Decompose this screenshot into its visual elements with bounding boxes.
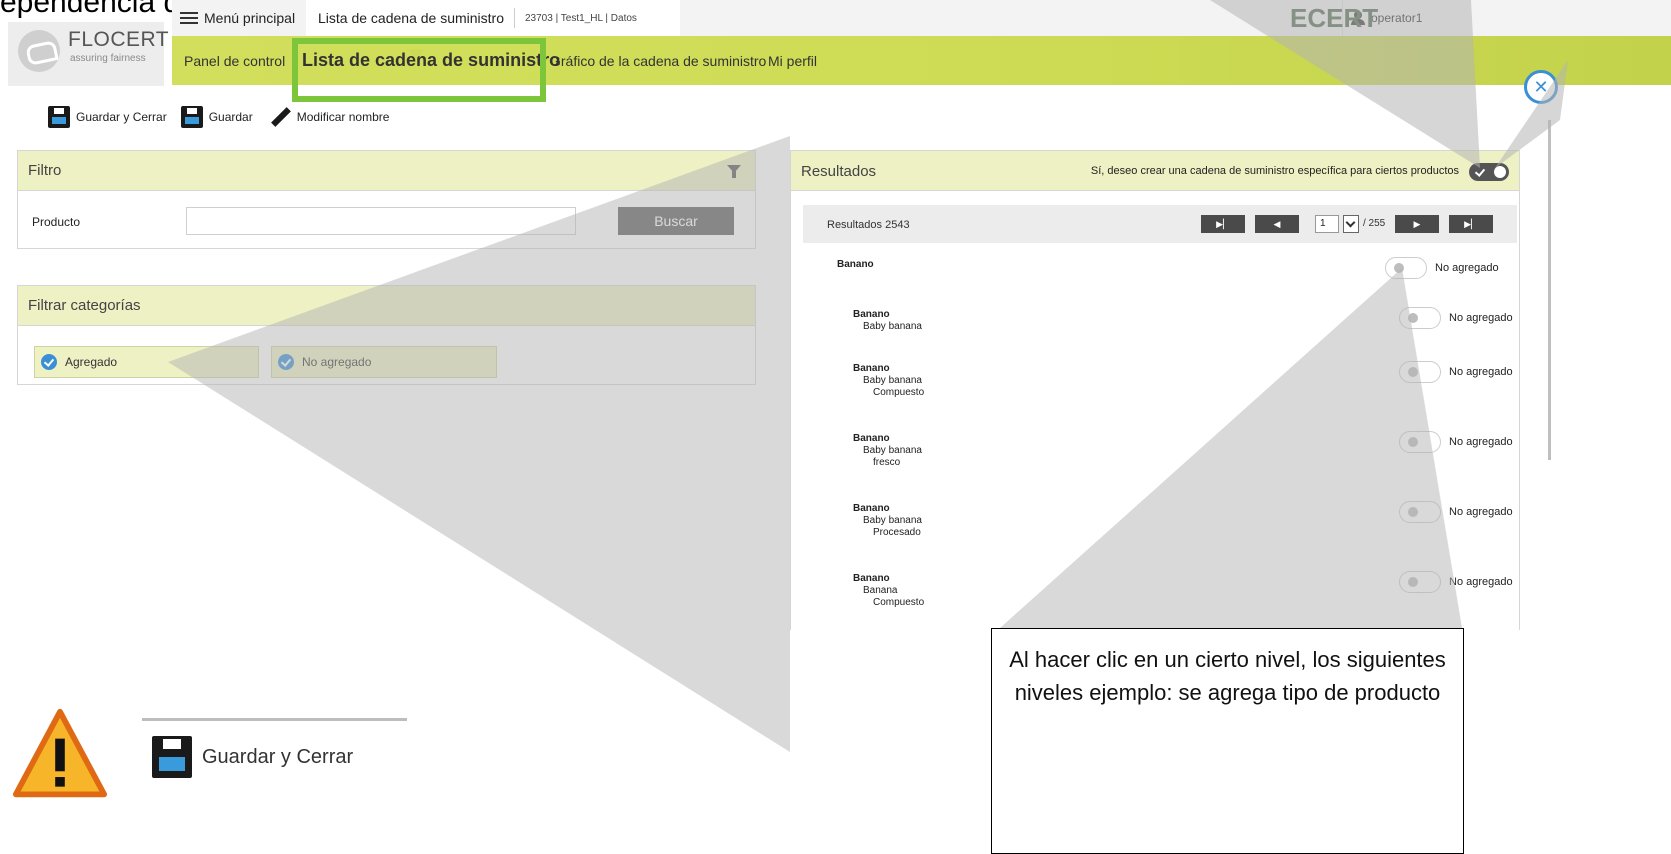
active-tab-caret	[407, 49, 425, 59]
results-panel: Resultados Sí, deseo crear una cadena de…	[790, 150, 1520, 630]
result-line: Compuesto	[873, 597, 925, 608]
category-chip-no-agregado[interactable]: No agregado	[271, 346, 497, 378]
specific-chain-note: Sí, deseo crear una cadena de suministro…	[1090, 165, 1459, 177]
product-input[interactable]	[186, 207, 576, 235]
breadcrumb-separator	[514, 8, 515, 28]
result-line: Procesado	[873, 527, 921, 538]
close-icon[interactable]: ✕	[1524, 70, 1558, 104]
top-bar: Menú principal Lista de cadena de sumini…	[172, 0, 1671, 36]
result-status: No agregado	[1449, 312, 1513, 324]
main-nav: Panel de control Lista de cadena de sumi…	[172, 36, 1671, 85]
bottom-save-close: Guardar y Cerrar	[152, 736, 353, 778]
filter-panel-header: Filtro	[18, 151, 755, 191]
add-toggle[interactable]	[1399, 431, 1441, 453]
next-page-button[interactable]: ▶	[1395, 215, 1439, 233]
result-line: Baby banana	[863, 515, 922, 526]
floppy-icon	[152, 736, 192, 778]
callout-box: Al hacer clic en un cierto nivel, los si…	[991, 628, 1464, 854]
save-close-label: Guardar y Cerrar	[76, 110, 167, 124]
prev-page-button[interactable]: ◀	[1255, 215, 1299, 233]
brand-text: ECERT	[1290, 3, 1379, 33]
filter-icon[interactable]	[727, 165, 741, 178]
rename-label: Modificar nombre	[296, 110, 390, 124]
save-label: Guardar	[208, 110, 253, 124]
category-chip-agregado[interactable]: Agregado	[34, 346, 259, 378]
main-menu-label: Menú principal	[204, 10, 296, 26]
first-page-button[interactable]: ▶▏	[1201, 215, 1245, 233]
result-status: No agregado	[1449, 436, 1513, 448]
flocert-logo[interactable]: FLOCERT assuring fairness	[8, 22, 169, 86]
divider	[142, 718, 407, 721]
category-chip-label: Agregado	[65, 355, 118, 369]
result-line: Banano	[853, 363, 890, 374]
last-page-button[interactable]: ▶▏	[1449, 215, 1493, 233]
page-number-input[interactable]: 1	[1315, 215, 1339, 233]
floppy-icon	[48, 106, 70, 128]
tab-grafico-cadena[interactable]: Gráfico de la cadena de suministro	[550, 36, 766, 85]
filter-row: Producto Buscar	[18, 191, 755, 249]
search-button[interactable]: Buscar	[618, 207, 734, 235]
add-toggle[interactable]	[1399, 361, 1441, 383]
tab-lista-cadena[interactable]: Lista de cadena de suministro	[302, 36, 560, 85]
page-dropdown[interactable]	[1343, 215, 1359, 233]
result-status: No agregado	[1449, 506, 1513, 518]
product-label: Producto	[32, 215, 81, 229]
result-status: No agregado	[1435, 262, 1499, 274]
filter-title: Filtro	[28, 162, 62, 179]
toolbar: Guardar y Cerrar Guardar Modificar nombr…	[48, 104, 389, 130]
results-title: Resultados	[801, 163, 877, 180]
specific-chain-toggle[interactable]	[1469, 163, 1509, 181]
result-line: Banano	[853, 309, 890, 320]
right-scroll-strip	[1548, 120, 1551, 460]
result-line: Banano	[853, 503, 890, 514]
category-chip-label: No agregado	[302, 355, 372, 369]
add-toggle[interactable]	[1399, 501, 1441, 523]
pagination-bar: Resultados 2543 ▶▏ ◀ 1 / 255 ▶ ▶▏	[803, 205, 1517, 243]
check-icon	[278, 354, 294, 370]
result-line: Banano	[853, 433, 890, 444]
result-line: Banano	[837, 259, 874, 270]
result-status: No agregado	[1449, 576, 1513, 588]
category-filter-panel: Filtrar categorías Agregado No agregado	[17, 285, 756, 385]
filter-panel: Filtro Producto Buscar	[17, 150, 756, 249]
breadcrumb-main: Lista de cadena de suministro	[318, 10, 504, 26]
result-status: No agregado	[1449, 366, 1513, 378]
tab-mi-perfil[interactable]: Mi perfil	[768, 36, 817, 85]
save-close-button[interactable]: Guardar y Cerrar	[48, 106, 167, 128]
logo-tagline: assuring fairness	[70, 53, 146, 64]
result-line: Baby banana	[863, 445, 922, 456]
warning-icon	[12, 708, 108, 798]
category-panel-header: Filtrar categorías	[18, 286, 755, 326]
user-name: operator1	[1371, 11, 1423, 25]
main-menu-button[interactable]: Menú principal	[172, 0, 296, 36]
logo-name: FLOCERT	[68, 28, 170, 51]
add-toggle[interactable]	[1399, 307, 1441, 329]
check-icon	[41, 354, 57, 370]
results-count: Resultados 2543	[827, 219, 910, 231]
hamburger-icon	[180, 12, 198, 24]
page-total: / 255	[1363, 218, 1386, 229]
result-line: Compuesto	[873, 387, 925, 398]
bottom-save-close-label: Guardar y Cerrar	[202, 745, 354, 768]
save-button[interactable]: Guardar	[180, 106, 253, 128]
pencil-icon	[267, 105, 291, 129]
floppy-icon	[180, 106, 203, 128]
result-line: fresco	[873, 457, 901, 468]
flocert-logo-icon	[18, 30, 60, 72]
add-toggle[interactable]	[1385, 257, 1427, 279]
result-line: Banano	[853, 573, 890, 584]
breadcrumb: Lista de cadena de suministro 23703 | Te…	[306, 0, 680, 36]
result-line: Banana	[863, 585, 898, 596]
breadcrumb-sub: 23703 | Test1_HL | Datos	[525, 12, 637, 24]
tab-panel-de-control[interactable]: Panel de control	[184, 36, 285, 85]
add-toggle[interactable]	[1399, 571, 1441, 593]
result-line: Baby banana	[863, 375, 922, 386]
category-title: Filtrar categorías	[28, 297, 141, 314]
results-header: Resultados Sí, deseo crear una cadena de…	[791, 151, 1519, 191]
rename-button[interactable]: Modificar nombre	[267, 105, 390, 129]
result-line: Baby banana	[863, 321, 922, 332]
